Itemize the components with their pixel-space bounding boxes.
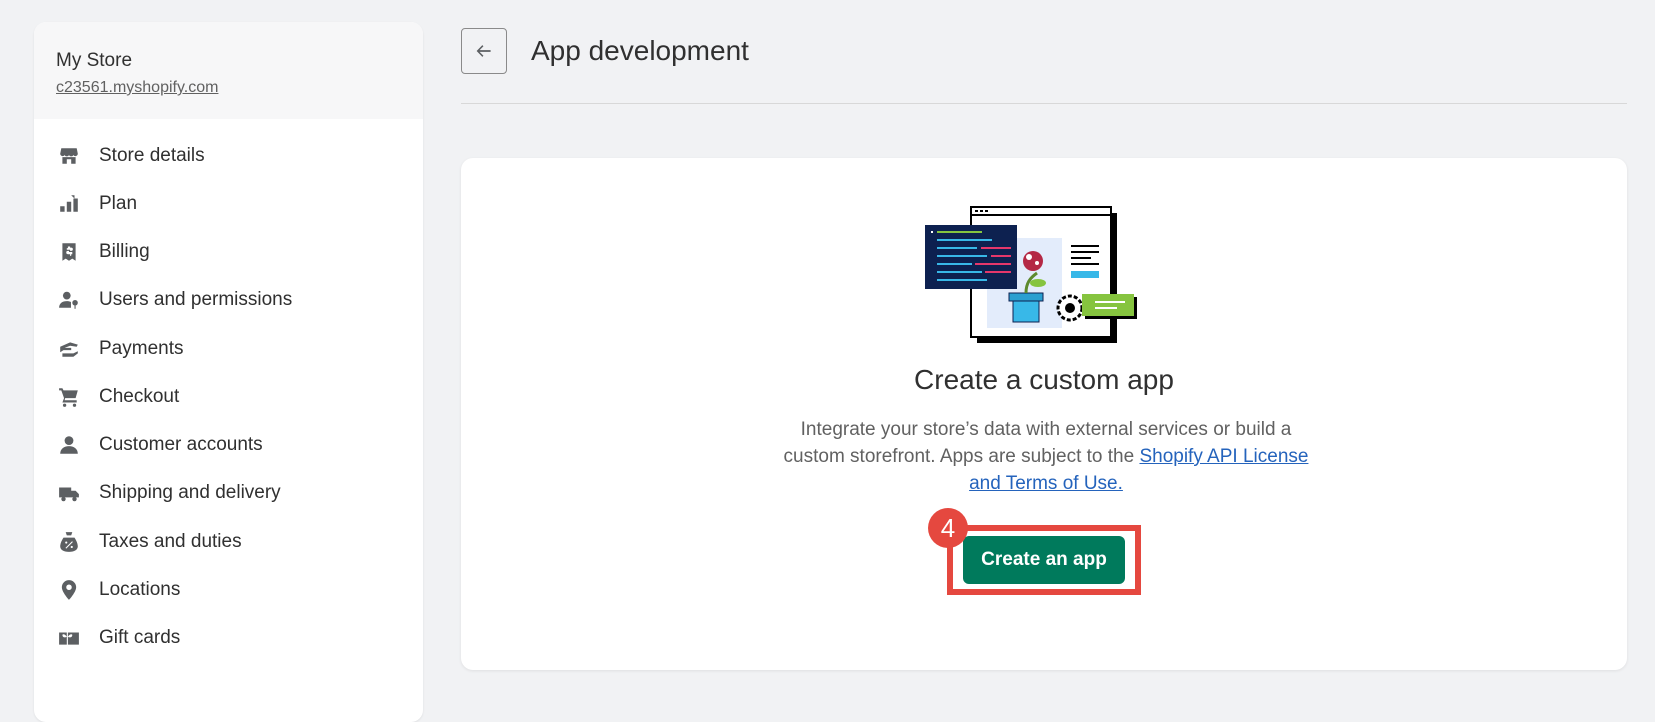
store-url-link[interactable]: c23561.myshopify.com xyxy=(56,79,218,97)
sidebar-item-label: Users and permissions xyxy=(99,289,293,310)
sidebar-item-checkout[interactable]: Checkout xyxy=(34,377,423,417)
sidebar-item-label: Checkout xyxy=(99,386,180,407)
person-icon xyxy=(58,434,80,456)
location-pin-icon xyxy=(58,579,80,601)
highlight-annotation-box xyxy=(947,525,1141,595)
sidebar-item-gift-cards[interactable]: Gift cards xyxy=(34,618,423,658)
sidebar-item-users-and-permissions[interactable]: Users and permissions xyxy=(34,280,423,320)
settings-sidebar: My Store c23561.myshopify.com Store deta… xyxy=(34,22,423,722)
tax-icon xyxy=(58,531,80,553)
arrow-left-icon xyxy=(476,45,491,57)
sidebar-item-store-details[interactable]: Store details xyxy=(34,136,423,176)
sidebar-item-shipping-and-delivery[interactable]: Shipping and delivery xyxy=(34,473,423,513)
sidebar-item-label: Billing xyxy=(99,241,150,262)
sidebar-item-label: Locations xyxy=(99,579,181,600)
store-header: My Store c23561.myshopify.com xyxy=(34,22,423,119)
card-description: Integrate your store’s data with externa… xyxy=(776,416,1316,497)
cart-icon xyxy=(58,386,80,408)
page-title: App development xyxy=(531,35,749,66)
payments-icon xyxy=(58,338,80,360)
gift-card-icon xyxy=(58,627,80,649)
store-name: My Store xyxy=(56,50,133,71)
sidebar-item-taxes-and-duties[interactable]: Taxes and duties xyxy=(34,522,423,562)
users-icon xyxy=(58,289,80,311)
back-button[interactable] xyxy=(461,28,507,74)
step-number-badge: 4 xyxy=(928,508,968,548)
sidebar-item-label: Customer accounts xyxy=(99,434,263,455)
custom-app-illustration xyxy=(925,206,1137,343)
billing-icon xyxy=(58,241,80,263)
sidebar-item-label: Store details xyxy=(99,145,205,166)
plan-icon xyxy=(58,193,80,215)
sidebar-item-locations[interactable]: Locations xyxy=(34,570,423,610)
sidebar-item-customer-accounts[interactable]: Customer accounts xyxy=(34,425,423,465)
sidebar-item-label: Shipping and delivery xyxy=(99,482,281,503)
sidebar-item-payments[interactable]: Payments xyxy=(34,329,423,369)
sidebar-item-billing[interactable]: Billing xyxy=(34,232,423,272)
header-divider xyxy=(461,103,1627,104)
custom-app-card: Create a custom app Integrate your store… xyxy=(461,158,1627,670)
truck-icon xyxy=(58,482,80,504)
sidebar-item-label: Plan xyxy=(99,193,138,214)
sidebar-item-plan[interactable]: Plan xyxy=(34,184,423,224)
sidebar-item-label: Taxes and duties xyxy=(99,531,242,552)
store-icon xyxy=(58,145,80,167)
sidebar-item-label: Payments xyxy=(99,338,184,359)
sidebar-item-label: Gift cards xyxy=(99,627,181,648)
card-title: Create a custom app xyxy=(914,364,1174,395)
